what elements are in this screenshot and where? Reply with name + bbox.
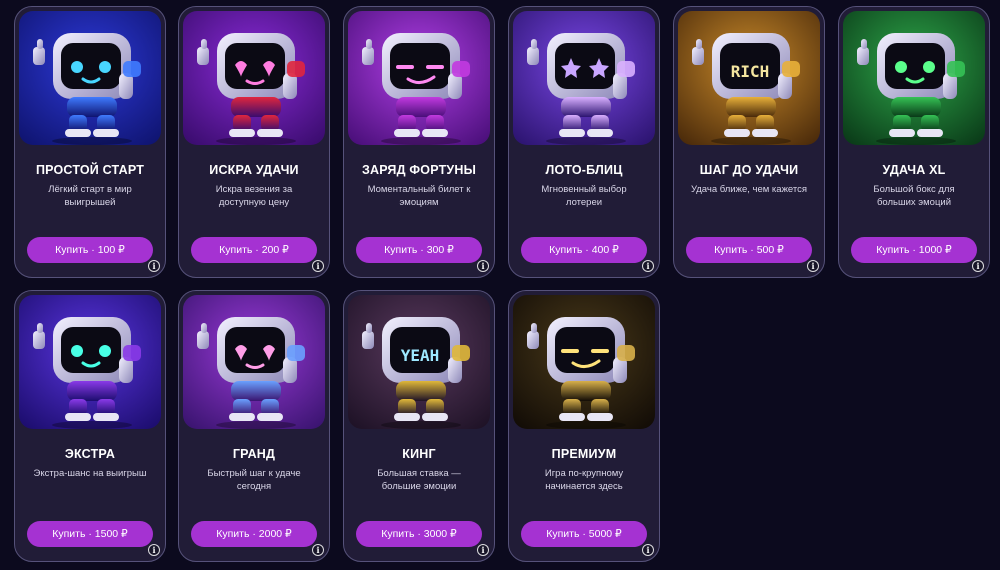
robot-illustration (843, 11, 985, 145)
product-title: ЭКСТРА (64, 447, 116, 461)
product-image (183, 295, 325, 429)
buy-button[interactable]: Купить · 500 ₽ (686, 237, 812, 263)
buy-button[interactable]: Купить · 1000 ₽ (851, 237, 977, 263)
product-card: i ПРЕМИУМ Игра по-крупному начинается зд… (508, 290, 660, 562)
product-image: YEAH (348, 295, 490, 429)
product-title: ПРЕМИУМ (551, 447, 617, 461)
info-icon[interactable]: i (807, 260, 819, 272)
product-title: УДАЧА XL (882, 163, 946, 177)
product-card: i ПРОСТОЙ СТАРТ Лёгкий старт в мир выигр… (14, 6, 166, 278)
buy-button[interactable]: Купить · 100 ₽ (27, 237, 153, 263)
info-icon[interactable]: i (642, 544, 654, 556)
robot-illustration (19, 295, 161, 429)
product-description: Экстра-шанс на выигрыш (33, 468, 147, 479)
product-description: Мгновенный выбор лотереи (541, 184, 627, 208)
info-icon[interactable]: i (312, 544, 324, 556)
product-title: ПРОСТОЙ СТАРТ (35, 163, 145, 177)
product-description: Удача ближе, чем кажется (690, 184, 808, 195)
product-description: Лёгкий старт в мир выигрышей (48, 184, 132, 208)
product-image (513, 11, 655, 145)
buy-button[interactable]: Купить · 200 ₽ (191, 237, 317, 263)
info-icon[interactable]: i (642, 260, 654, 272)
product-description: Большой бокс для больших эмоций (873, 184, 955, 208)
info-icon[interactable]: i (148, 260, 160, 272)
product-card: YEAH i КИНГ Большая ставка — большие эмо… (343, 290, 495, 562)
product-card: i ЗАРЯД ФОРТУНЫ Моментальный билет к эмо… (343, 6, 495, 278)
buy-button[interactable]: Купить · 5000 ₽ (521, 521, 647, 547)
product-image: RICH (678, 11, 820, 145)
product-image (513, 295, 655, 429)
buy-button[interactable]: Купить · 1500 ₽ (27, 521, 153, 547)
info-icon[interactable]: i (312, 260, 324, 272)
robot-illustration (19, 11, 161, 145)
product-image (19, 11, 161, 145)
svg-text:RICH: RICH (731, 62, 770, 81)
product-card: i УДАЧА XL Большой бокс для больших эмоц… (838, 6, 990, 278)
product-image (348, 11, 490, 145)
robot-illustration (513, 11, 655, 145)
robot-illustration (183, 11, 325, 145)
info-icon[interactable]: i (148, 544, 160, 556)
product-description: Быстрый шаг к удаче сегодня (207, 468, 301, 492)
product-card: i ЛОТО-БЛИЦ Мгновенный выбор лотереи Куп… (508, 6, 660, 278)
info-icon[interactable]: i (477, 260, 489, 272)
product-card: i ГРАНД Быстрый шаг к удаче сегодня Купи… (178, 290, 330, 562)
robot-illustration (348, 11, 490, 145)
product-card: RICH i ШАГ ДО УДАЧИ Удача ближе, чем каж… (673, 6, 825, 278)
buy-button[interactable]: Купить · 400 ₽ (521, 237, 647, 263)
info-icon[interactable]: i (972, 260, 984, 272)
product-title: ШАГ ДО УДАЧИ (699, 163, 799, 177)
robot-illustration: RICH (678, 11, 820, 145)
buy-button[interactable]: Купить · 2000 ₽ (191, 521, 317, 547)
info-icon[interactable]: i (477, 544, 489, 556)
robot-illustration: YEAH (348, 295, 490, 429)
product-title: КИНГ (402, 447, 436, 461)
product-description: Моментальный билет к эмоциям (367, 184, 471, 208)
product-card: i ИСКРА УДАЧИ Искра везения за доступную… (178, 6, 330, 278)
product-image (183, 11, 325, 145)
svg-text:YEAH: YEAH (401, 346, 440, 365)
product-title: ЛОТО-БЛИЦ (545, 163, 623, 177)
product-title: ИСКРА УДАЧИ (209, 163, 299, 177)
robot-illustration (183, 295, 325, 429)
robot-illustration (513, 295, 655, 429)
product-title: ГРАНД (232, 447, 276, 461)
buy-button[interactable]: Купить · 300 ₽ (356, 237, 482, 263)
product-image (843, 11, 985, 145)
product-description: Большая ставка — большие эмоции (377, 468, 461, 492)
buy-button[interactable]: Купить · 3000 ₽ (356, 521, 482, 547)
product-image (19, 295, 161, 429)
product-description: Игра по-крупному начинается здесь (544, 468, 624, 492)
product-card: i ЭКСТРА Экстра-шанс на выигрыш Купить ·… (14, 290, 166, 562)
product-description: Искра везения за доступную цену (215, 184, 293, 208)
product-title: ЗАРЯД ФОРТУНЫ (361, 163, 477, 177)
